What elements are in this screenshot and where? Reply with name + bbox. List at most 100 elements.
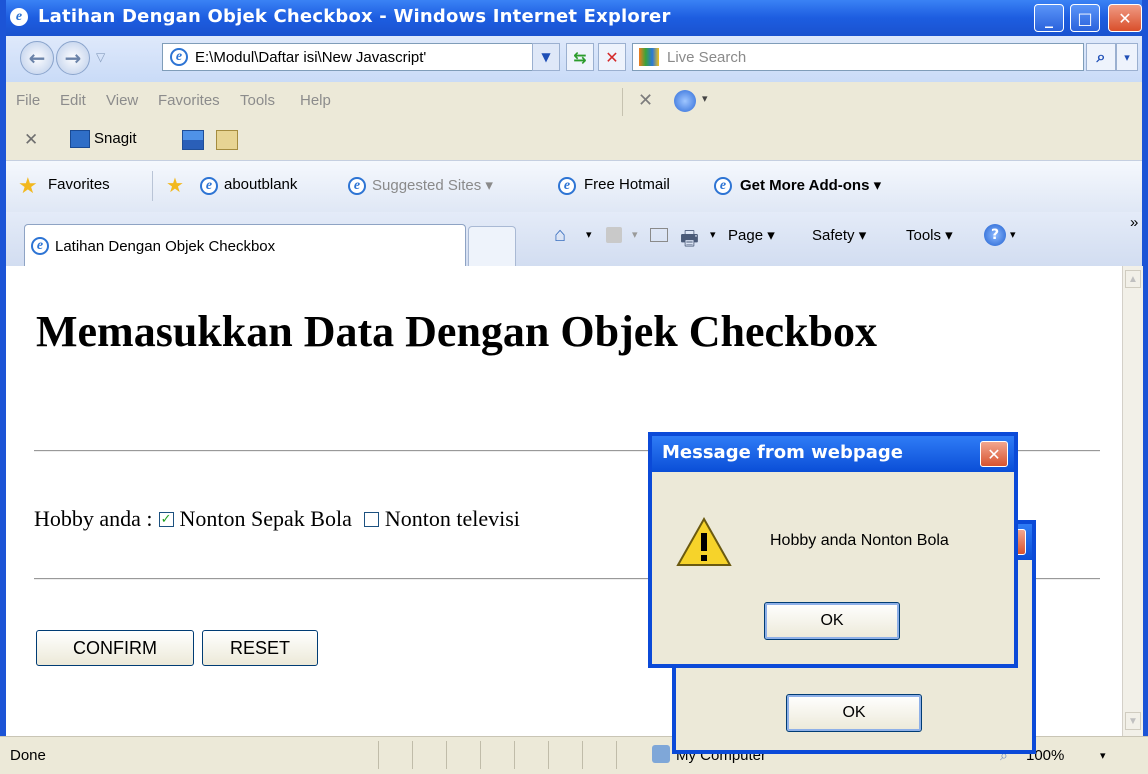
hobby-label: Hobby anda : [34,506,153,531]
add-favorite-icon[interactable]: ★ [166,173,184,198]
tab-bar: e Latihan Dengan Objek Checkbox ⌂ ▾ ▾ 🖶 … [6,212,1142,268]
menu-help[interactable]: Help [300,92,331,109]
scroll-up-icon[interactable]: ▲ [1125,270,1141,288]
dialog-message: Hobby anda Nonton Bola [770,532,949,549]
menu-favorites[interactable]: Favorites [158,92,220,109]
tab-title: Latihan Dengan Objek Checkbox [55,238,276,255]
address-toolbar: ← → ▽ e E:\Modul\Daftar isi\New Javascri… [6,36,1142,82]
home-icon[interactable]: ⌂ [554,224,566,247]
favorite-link-aboutblank[interactable]: aboutblank [224,176,297,193]
chevron-down-icon[interactable]: ▾ [710,228,716,241]
forward-button[interactable]: → [56,41,90,75]
scroll-down-icon[interactable]: ▼ [1125,712,1141,730]
tools-menu-button[interactable]: Tools ▾ [906,226,953,244]
close-toolbar-icon[interactable]: ✕ [638,90,653,111]
status-divider [378,741,379,769]
menu-file[interactable]: File [16,92,40,109]
tab-active[interactable]: e Latihan Dengan Objek Checkbox [24,224,466,266]
menu-view[interactable]: View [106,92,138,109]
capture-folder-icon[interactable] [216,130,238,150]
menu-tools[interactable]: Tools [240,92,275,109]
search-options-button[interactable]: ▾ [1116,43,1138,71]
page-icon: e [200,177,218,195]
status-divider [616,741,617,769]
warning-icon [676,516,732,566]
favorite-link-suggested-sites[interactable]: Suggested Sites ▾ [372,176,493,194]
checkbox-nonton-televisi[interactable]: ✓ [363,511,379,527]
search-icon: ⌕ [1096,47,1106,66]
stop-icon: ✕ [605,47,619,67]
favorites-separator [152,171,153,201]
dialog-title: Message from webpage [662,442,903,463]
close-toolbar-icon[interactable]: ✕ [24,130,38,150]
favorite-link-free-hotmail[interactable]: Free Hotmail [584,176,670,193]
live-search-logo-icon [639,48,659,66]
capture-window-icon[interactable] [182,130,204,150]
vertical-scrollbar[interactable]: ▲ ▼ [1122,266,1143,736]
dialog-ok-button[interactable]: OK [786,694,922,732]
dialog-close-button[interactable]: ✕ [980,441,1008,467]
close-button[interactable]: ✕ [1108,4,1142,32]
chevron-down-icon[interactable]: ▾ [1100,749,1106,762]
menu-bar: File Edit View Favorites Tools Help ✕ ▾ … [6,82,1142,160]
refresh-button[interactable]: ⇆ [566,43,594,71]
confirm-button[interactable]: CONFIRM [36,630,194,666]
favorite-link-get-more-addons[interactable]: Get More Add-ons ▾ [740,176,881,194]
recent-pages-dropdown-icon[interactable]: ▽ [96,50,105,64]
checkbox-label-nonton-sepak-bola[interactable]: Nonton Sepak Bola [180,506,352,532]
feeds-icon[interactable] [606,227,622,243]
reset-button[interactable]: RESET [202,630,318,666]
toolbar-globe-icon[interactable] [674,90,696,112]
maximize-button[interactable]: □ [1070,4,1100,32]
chevron-down-icon[interactable]: ▾ [1010,228,1016,241]
more-commands-button[interactable]: » [1130,214,1138,231]
address-field[interactable]: e E:\Modul\Daftar isi\New Javascript' [162,43,534,71]
new-tab-button[interactable] [468,226,516,266]
snagit-label[interactable]: Snagit [94,130,137,147]
mail-icon[interactable] [650,228,668,242]
menu-edit[interactable]: Edit [60,92,86,109]
chevron-down-icon[interactable]: ▾ [586,228,592,241]
computer-zone-icon [652,745,670,763]
chevron-down-icon[interactable]: ▾ [632,228,638,241]
maximize-icon: □ [1077,8,1093,28]
window-titlebar[interactable]: e Latihan Dengan Objek Checkbox - Window… [0,0,1148,36]
page-menu-button[interactable]: Page ▾ [728,226,775,244]
alert-dialog: Message from webpage ✕ Hobby anda Nonton… [648,432,1018,668]
window-title: Latihan Dengan Objek Checkbox - Windows … [38,6,671,27]
safety-menu-button[interactable]: Safety ▾ [812,226,866,244]
print-icon[interactable]: 🖶 [680,224,699,258]
page-icon: e [558,177,576,195]
page-icon: e [714,177,732,195]
favorites-star-icon: ★ [18,173,38,198]
toolbar-separator [622,88,623,116]
refresh-icon: ⇆ [573,47,587,67]
checkbox-nonton-sepak-bola[interactable]: ✓ [158,511,174,527]
status-divider [446,741,447,769]
dialog-titlebar[interactable]: Message from webpage ✕ [652,436,1014,472]
status-divider [582,741,583,769]
hobby-row: Hobby anda : ✓ Nonton Sepak Bola ✓ Nonto… [34,506,520,532]
snagit-icon[interactable] [70,130,90,148]
close-icon: ✕ [1118,8,1132,28]
dialog-ok-button[interactable]: OK [764,602,900,640]
page-icon: e [31,237,49,255]
status-divider [412,741,413,769]
favorites-button[interactable]: Favorites [48,176,110,193]
minimize-button[interactable]: _ [1034,4,1064,32]
back-arrow-icon: ← [28,46,46,70]
snagit-toolbar: ✕ Snagit [6,124,1142,158]
address-dropdown-button[interactable]: ▼ [532,43,560,71]
stop-button[interactable]: ✕ [598,43,626,71]
ie-logo-icon: e [10,8,28,26]
search-input[interactable]: Live Search [632,43,1084,71]
close-icon: ✕ [987,444,1001,464]
help-icon[interactable]: ? [984,224,1006,246]
address-text: E:\Modul\Daftar isi\New Javascript' [195,49,427,66]
checkbox-label-nonton-televisi[interactable]: Nonton televisi [385,506,520,532]
chevron-down-icon[interactable]: ▾ [702,92,708,105]
status-text: Done [10,747,46,764]
back-button[interactable]: ← [20,41,54,75]
search-button[interactable]: ⌕ [1086,43,1116,71]
status-divider [480,741,481,769]
